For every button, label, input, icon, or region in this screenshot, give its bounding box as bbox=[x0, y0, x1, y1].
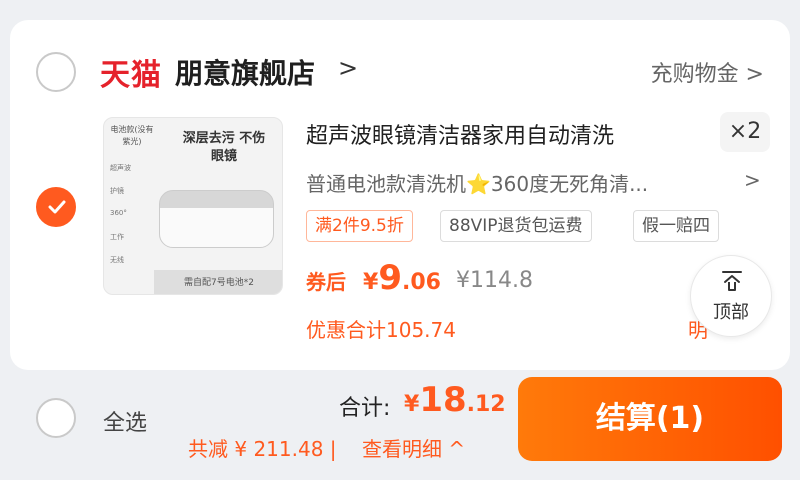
image-feature: 超声波 bbox=[110, 164, 131, 172]
discount-total: 优惠合计105.74 bbox=[306, 318, 456, 342]
checkmark-icon bbox=[48, 200, 66, 214]
shop-name[interactable]: 朋意旗舰店 bbox=[175, 52, 315, 92]
promo-tag: 满2件9.5折 bbox=[306, 210, 413, 242]
back-to-top-label: 顶部 bbox=[713, 302, 749, 323]
product-title[interactable]: 超声波眼镜清洁器家用自动清洗 bbox=[306, 118, 614, 150]
sku-arrow-icon[interactable]: > bbox=[744, 168, 761, 192]
promo-tag: 假一赔四 bbox=[633, 210, 719, 242]
view-detail-link[interactable]: 查看明细 ^ bbox=[362, 433, 465, 462]
promo-tag: 88VIP退货包运费 bbox=[440, 210, 592, 242]
select-all-label[interactable]: 全选 bbox=[103, 405, 147, 437]
quantity-badge[interactable]: ×2 bbox=[720, 112, 770, 152]
after-coupon-label: 券后 bbox=[306, 270, 346, 294]
image-headline: 深层去污 不伤眼镜 bbox=[182, 131, 266, 164]
back-to-top-button[interactable]: 顶部 bbox=[690, 255, 772, 337]
image-feature: 无线 bbox=[110, 256, 124, 264]
saved-amount: 共减 ¥ 211.48 | bbox=[188, 437, 337, 461]
sku-selector[interactable]: 普通电池款清洗机⭐360度无死角清... bbox=[306, 168, 648, 197]
total-price: ¥18.12 bbox=[404, 380, 506, 420]
original-price: ¥114.8 bbox=[456, 268, 533, 293]
shop-arrow-icon[interactable]: > bbox=[338, 54, 358, 82]
image-feature: 工作 bbox=[110, 233, 124, 241]
recharge-coin-link[interactable]: 充购物金 > bbox=[651, 56, 764, 88]
back-to-top-icon bbox=[722, 271, 742, 291]
shop-select-radio[interactable] bbox=[36, 52, 76, 92]
item-select-radio[interactable] bbox=[36, 187, 76, 227]
image-footer: 需自配7号电池*2 bbox=[154, 270, 282, 294]
checkout-button[interactable]: 结算(1) bbox=[518, 377, 782, 461]
tmall-logo: 天猫 bbox=[100, 58, 162, 93]
cleaner-device-shape bbox=[159, 190, 274, 248]
image-feature: 护镜 bbox=[110, 187, 124, 195]
select-all-radio[interactable] bbox=[36, 398, 76, 438]
image-tag: 电池款(没有紫光) bbox=[110, 125, 154, 146]
image-feature: 360° bbox=[110, 209, 127, 217]
total-label: 合计: bbox=[339, 396, 391, 421]
product-image[interactable]: 电池款(没有紫光) 深层去污 不伤眼镜 超声波 护镜 360° 工作 无线 需自… bbox=[103, 117, 283, 295]
after-coupon-price: ¥9.06 bbox=[363, 258, 441, 298]
